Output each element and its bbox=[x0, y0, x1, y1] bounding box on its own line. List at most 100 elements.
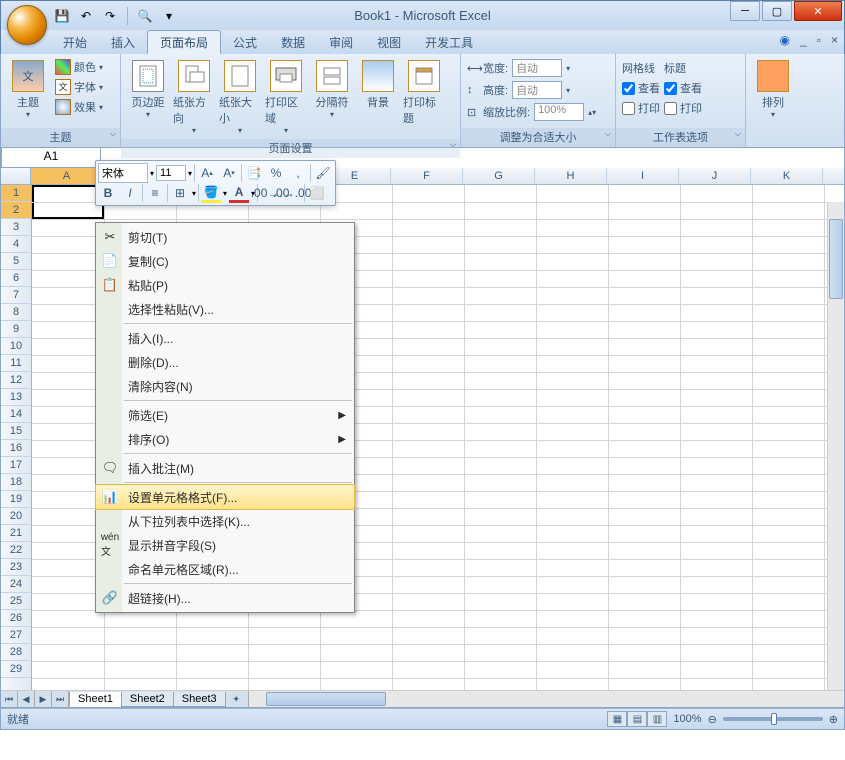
themes-button[interactable]: 文 主题 ▾ bbox=[7, 58, 49, 119]
row-header[interactable]: 12 bbox=[1, 372, 31, 389]
context-insert-comment[interactable]: 🗨插入批注(M) bbox=[96, 456, 354, 480]
context-delete[interactable]: 删除(D)... bbox=[96, 350, 354, 374]
page-layout-view-button[interactable]: ▤ bbox=[627, 711, 647, 727]
close-button[interactable]: ✕ bbox=[794, 1, 842, 21]
row-header[interactable]: 25 bbox=[1, 593, 31, 610]
column-header[interactable]: G bbox=[463, 168, 535, 184]
print-area-button[interactable]: 打印区域▾ bbox=[265, 58, 307, 135]
maximize-button[interactable]: ▢ bbox=[762, 1, 792, 21]
row-header[interactable]: 19 bbox=[1, 491, 31, 508]
gridlines-view-checkbox[interactable]: 查看 bbox=[622, 80, 660, 96]
select-all-corner[interactable] bbox=[1, 168, 31, 184]
context-phonetic[interactable]: wén文显示拼音字段(S) bbox=[96, 533, 354, 557]
zoom-thumb[interactable] bbox=[771, 713, 777, 725]
row-header[interactable]: 9 bbox=[1, 321, 31, 338]
undo-icon[interactable]: ↶ bbox=[77, 7, 95, 25]
italic-icon[interactable]: I bbox=[120, 183, 140, 203]
row-header[interactable]: 17 bbox=[1, 457, 31, 474]
tab-formulas[interactable]: 公式 bbox=[221, 31, 269, 54]
row-header[interactable]: 10 bbox=[1, 338, 31, 355]
qat-dropdown-icon[interactable]: ▾ bbox=[160, 7, 178, 25]
tab-page-layout[interactable]: 页面布局 bbox=[147, 30, 221, 54]
format-painter-icon[interactable]: 🖌 bbox=[313, 163, 333, 183]
sheet-tab[interactable]: Sheet3 bbox=[173, 692, 226, 707]
row-header[interactable]: 5 bbox=[1, 253, 31, 270]
height-input[interactable]: 自动 bbox=[512, 81, 562, 99]
row-header[interactable]: 7 bbox=[1, 287, 31, 304]
row-header[interactable]: 15 bbox=[1, 423, 31, 440]
context-clear[interactable]: 清除内容(N) bbox=[96, 374, 354, 398]
tab-insert[interactable]: 插入 bbox=[99, 31, 147, 54]
row-header[interactable]: 18 bbox=[1, 474, 31, 491]
row-header[interactable]: 2 bbox=[1, 202, 31, 219]
merge-icon[interactable]: ⬜ bbox=[307, 183, 327, 203]
background-button[interactable]: 背景 bbox=[357, 58, 399, 110]
row-header[interactable]: 11 bbox=[1, 355, 31, 372]
column-header[interactable]: J bbox=[679, 168, 751, 184]
font-color-icon[interactable]: A bbox=[229, 183, 249, 203]
fill-color-icon[interactable]: 🪣 bbox=[201, 183, 221, 203]
tab-home[interactable]: 开始 bbox=[51, 31, 99, 54]
sheet-nav-last[interactable]: ⏭ bbox=[52, 691, 69, 708]
headings-print-checkbox[interactable]: 打印 bbox=[664, 100, 702, 116]
help-icon[interactable]: ◉ bbox=[780, 33, 790, 47]
office-button[interactable] bbox=[7, 5, 47, 45]
center-icon[interactable]: ≡ bbox=[145, 183, 165, 203]
zoom-slider[interactable] bbox=[723, 717, 823, 721]
context-cut[interactable]: ✂剪切(T) bbox=[96, 225, 354, 249]
increase-decimal-icon[interactable]: .0→.00 bbox=[282, 183, 302, 203]
vertical-scroll-thumb[interactable] bbox=[829, 219, 843, 299]
row-header[interactable]: 13 bbox=[1, 389, 31, 406]
size-button[interactable]: 纸张大小▾ bbox=[219, 58, 261, 135]
horizontal-scroll-thumb[interactable] bbox=[266, 692, 386, 706]
percent-icon[interactable]: % bbox=[266, 163, 286, 183]
row-header[interactable]: 3 bbox=[1, 219, 31, 236]
context-copy[interactable]: 📄复制(C) bbox=[96, 249, 354, 273]
row-header[interactable]: 26 bbox=[1, 610, 31, 627]
vertical-scrollbar[interactable] bbox=[827, 202, 844, 690]
row-header[interactable]: 6 bbox=[1, 270, 31, 287]
sheet-nav-prev[interactable]: ◀ bbox=[18, 691, 35, 708]
comma-icon[interactable]: , bbox=[288, 163, 308, 183]
increase-font-icon[interactable]: A▴ bbox=[197, 163, 217, 183]
column-header[interactable]: A bbox=[31, 168, 103, 184]
row-header[interactable]: 28 bbox=[1, 644, 31, 661]
tab-developer[interactable]: 开发工具 bbox=[413, 31, 485, 54]
row-header[interactable]: 23 bbox=[1, 559, 31, 576]
ribbon-minimize-icon[interactable]: _ bbox=[800, 33, 807, 47]
row-header[interactable]: 20 bbox=[1, 508, 31, 525]
row-header[interactable]: 24 bbox=[1, 576, 31, 593]
column-header[interactable]: I bbox=[607, 168, 679, 184]
width-input[interactable]: 自动 bbox=[512, 59, 562, 77]
sheet-tab[interactable]: Sheet1 bbox=[69, 692, 122, 707]
minimize-button[interactable]: ─ bbox=[730, 1, 760, 21]
context-filter[interactable]: 筛选(E)▶ bbox=[96, 403, 354, 427]
bold-icon[interactable]: B bbox=[98, 183, 118, 203]
sheet-tab[interactable]: Sheet2 bbox=[121, 692, 174, 707]
tab-data[interactable]: 数据 bbox=[269, 31, 317, 54]
gridlines-print-checkbox[interactable]: 打印 bbox=[622, 100, 660, 116]
sheet-nav-first[interactable]: ⏮ bbox=[1, 691, 18, 708]
context-hyperlink[interactable]: 🔗超链接(H)... bbox=[96, 586, 354, 610]
theme-fonts-button[interactable]: 文字体▾ bbox=[53, 78, 105, 96]
column-header[interactable]: H bbox=[535, 168, 607, 184]
borders-icon[interactable]: ⊞ bbox=[170, 183, 190, 203]
zoom-in-button[interactable]: ⊕ bbox=[829, 713, 838, 726]
workbook-restore-icon[interactable]: ▫ bbox=[817, 33, 821, 47]
row-header[interactable]: 29 bbox=[1, 661, 31, 678]
mini-font-combo[interactable]: 宋体 bbox=[98, 163, 148, 183]
context-name-range[interactable]: 命名单元格区域(R)... bbox=[96, 557, 354, 581]
tab-review[interactable]: 审阅 bbox=[317, 31, 365, 54]
row-header[interactable]: 1 bbox=[1, 185, 31, 202]
print-titles-button[interactable]: 打印标题 bbox=[403, 58, 445, 126]
headings-view-checkbox[interactable]: 查看 bbox=[664, 80, 702, 96]
column-header[interactable]: K bbox=[751, 168, 823, 184]
margins-button[interactable]: 页边距▾ bbox=[127, 58, 169, 119]
row-header[interactable]: 16 bbox=[1, 440, 31, 457]
page-break-view-button[interactable]: ▥ bbox=[647, 711, 667, 727]
breaks-button[interactable]: 分隔符▾ bbox=[311, 58, 353, 119]
name-box[interactable]: A1 bbox=[1, 148, 101, 168]
row-header[interactable]: 22 bbox=[1, 542, 31, 559]
mini-size-combo[interactable]: 11 bbox=[156, 165, 186, 181]
row-header[interactable]: 4 bbox=[1, 236, 31, 253]
